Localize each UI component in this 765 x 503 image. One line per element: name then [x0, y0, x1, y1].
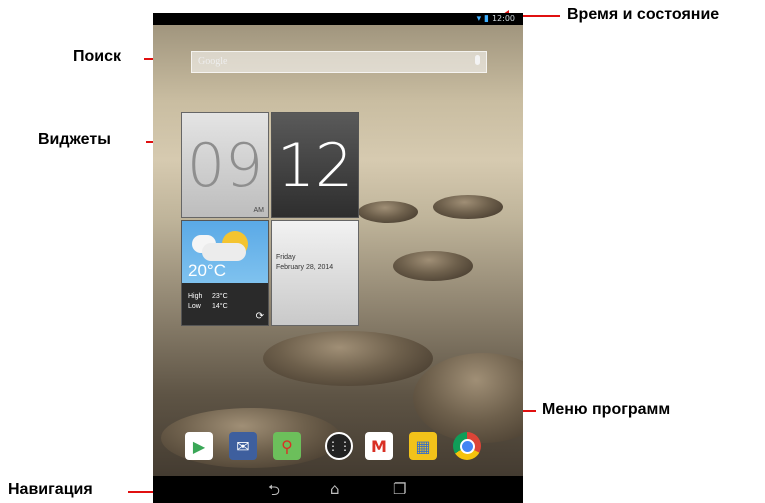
wallpaper-stone — [358, 201, 418, 223]
wallpaper-stone — [393, 251, 473, 281]
clock-minute: 12 — [276, 131, 354, 201]
email-icon[interactable]: ✉ — [229, 432, 257, 460]
clock-minute-tile[interactable]: 12 — [271, 112, 359, 218]
chrome-icon[interactable] — [453, 432, 481, 460]
gmail-icon[interactable]: M — [365, 432, 393, 460]
weather-high-row: High 23°C — [188, 293, 236, 300]
date-widget[interactable]: Friday February 28, 2014 — [271, 220, 359, 326]
google-search-bar[interactable]: Google — [191, 51, 487, 73]
back-icon[interactable]: ⮌ — [268, 480, 280, 503]
date-day: Friday — [276, 254, 296, 261]
cloud-icon — [202, 243, 246, 261]
google-logo: Google — [198, 56, 228, 67]
tablet-home-screen: ▾ ▮ 12:00 Google 09 AM 12 20°C High 23°C L… — [153, 13, 523, 503]
callout-search: Поиск — [73, 48, 122, 65]
recent-apps-icon[interactable]: ❐ — [393, 480, 406, 498]
weather-high-value: 23°C — [212, 293, 228, 300]
callout-widgets: Виджеты — [38, 131, 111, 148]
callout-time-status: Время и состояние — [567, 6, 720, 23]
app-drawer-icon[interactable]: ⋮⋮ — [325, 432, 353, 460]
weather-current-temp: 20°C — [188, 261, 226, 280]
wallpaper-stone — [263, 331, 433, 386]
maps-icon[interactable]: ⚲ — [273, 432, 301, 460]
clock-hour-tile[interactable]: 09 AM — [181, 112, 269, 218]
weather-low-label: Low — [188, 303, 201, 310]
callout-navigation: Навигация — [8, 481, 93, 498]
date-full: February 28, 2014 — [276, 264, 334, 271]
status-time: 12:00 — [491, 14, 515, 23]
status-bar[interactable]: ▾ ▮ 12:00 — [153, 13, 523, 25]
weather-low-value: 14°C — [212, 303, 228, 310]
gallery-icon[interactable]: ▦ — [409, 432, 437, 460]
app-dock: ▶ ✉ ⚲ ⋮⋮ M ▦ — [153, 426, 523, 476]
clock-hour: 09 — [186, 131, 264, 201]
weather-high-label: High — [188, 293, 203, 300]
home-icon[interactable]: ⌂ — [330, 480, 340, 498]
weather-low-row: Low 14°C — [188, 303, 236, 310]
play-store-icon[interactable]: ▶ — [185, 432, 213, 460]
clock-ampm: AM — [253, 207, 265, 214]
refresh-icon[interactable]: ⟳ — [256, 311, 264, 322]
weather-widget[interactable]: 20°C High 23°C Low 14°C ⟳ — [181, 220, 269, 326]
wifi-battery-icon: ▾ ▮ 12:00 — [476, 14, 515, 24]
callout-app-menu: Меню программ — [542, 401, 671, 418]
navigation-bar: ⮌ ⌂ ❐ — [153, 476, 523, 503]
microphone-icon[interactable] — [475, 55, 480, 65]
wallpaper-stone — [433, 195, 503, 219]
